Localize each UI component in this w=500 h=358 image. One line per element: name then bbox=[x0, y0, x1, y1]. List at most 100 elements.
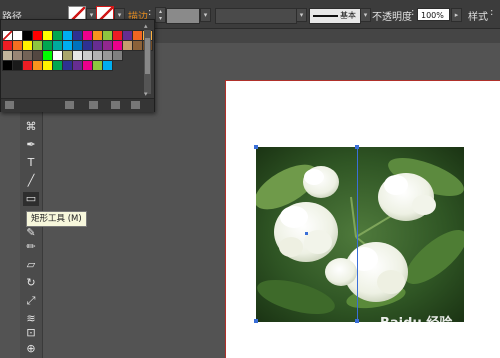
color-swatch[interactable] bbox=[12, 30, 23, 41]
color-swatch[interactable] bbox=[32, 40, 43, 51]
color-swatch[interactable] bbox=[82, 30, 93, 41]
color-swatch[interactable] bbox=[102, 60, 113, 71]
color-swatch[interactable] bbox=[2, 60, 13, 71]
popup-bottom-bar bbox=[1, 98, 154, 112]
popup-scroll-down-icon[interactable]: ▾ bbox=[144, 90, 148, 98]
color-swatch[interactable] bbox=[2, 40, 13, 51]
jasmine-flower-photo[interactable] bbox=[256, 147, 464, 322]
color-swatch[interactable] bbox=[32, 50, 43, 61]
selection-handle-tl[interactable] bbox=[254, 145, 258, 149]
color-swatch[interactable] bbox=[52, 60, 63, 71]
color-swatch[interactable] bbox=[92, 60, 103, 71]
selection-handle-bl[interactable] bbox=[254, 319, 258, 323]
color-swatch[interactable] bbox=[122, 40, 133, 51]
scale-tool-icon[interactable]: ⤢ bbox=[23, 294, 39, 308]
color-swatch[interactable] bbox=[22, 50, 33, 61]
stroke-weight-input[interactable] bbox=[166, 8, 200, 24]
delete-swatch-icon[interactable] bbox=[131, 101, 140, 109]
color-swatch[interactable] bbox=[132, 30, 143, 41]
selection-center-point bbox=[305, 232, 308, 235]
brush-style-field[interactable]: 基本 bbox=[309, 8, 361, 24]
color-swatch[interactable] bbox=[42, 50, 53, 61]
color-swatch[interactable] bbox=[12, 50, 23, 61]
color-swatch[interactable] bbox=[92, 40, 103, 51]
color-swatch[interactable] bbox=[92, 50, 103, 61]
color-swatch[interactable] bbox=[52, 40, 63, 51]
stroke-weight-stepper[interactable]: ▴ ▾ bbox=[155, 7, 166, 23]
color-swatch[interactable] bbox=[122, 30, 133, 41]
show-kinds-icon[interactable] bbox=[65, 101, 74, 109]
color-swatch[interactable] bbox=[72, 40, 83, 51]
rectangle-tool-icon[interactable]: ▭ bbox=[23, 192, 39, 206]
style-colon: : bbox=[490, 7, 494, 18]
variable-width-dropdown[interactable]: ▾ bbox=[296, 8, 307, 22]
selection-handle-tm[interactable] bbox=[355, 145, 359, 149]
selection-handle-bm[interactable] bbox=[355, 319, 359, 323]
popup-scroll-thumb[interactable] bbox=[145, 38, 150, 74]
color-swatch[interactable] bbox=[112, 30, 123, 41]
color-swatch[interactable] bbox=[132, 40, 143, 51]
color-swatch[interactable] bbox=[102, 30, 113, 41]
color-swatch[interactable] bbox=[62, 50, 73, 61]
color-swatch[interactable] bbox=[62, 30, 73, 41]
pen-tool-icon[interactable]: ✒ bbox=[23, 138, 39, 152]
new-color-group-icon[interactable] bbox=[89, 101, 98, 109]
color-swatch[interactable] bbox=[62, 60, 73, 71]
line-tool-icon[interactable]: ╱ bbox=[23, 174, 39, 188]
color-swatch[interactable] bbox=[22, 60, 33, 71]
popup-scroll-up-icon[interactable]: ▴ bbox=[144, 22, 148, 30]
color-swatch[interactable] bbox=[82, 60, 93, 71]
color-swatch[interactable] bbox=[22, 30, 33, 41]
rectangle-tool-tooltip: 矩形工具 (M) bbox=[26, 211, 87, 227]
color-swatch[interactable] bbox=[52, 30, 63, 41]
opacity-label[interactable]: 不透明度 bbox=[372, 8, 412, 23]
flower-image bbox=[256, 147, 464, 322]
color-swatch[interactable] bbox=[112, 40, 123, 51]
swatch-library-icon[interactable] bbox=[5, 101, 14, 109]
color-swatch[interactable] bbox=[62, 40, 73, 51]
color-swatch[interactable] bbox=[2, 50, 13, 61]
color-swatch[interactable] bbox=[12, 40, 23, 51]
color-swatch[interactable] bbox=[42, 30, 53, 41]
color-swatch[interactable] bbox=[72, 50, 83, 61]
color-swatch[interactable] bbox=[72, 30, 83, 41]
paintbrush-tool-icon[interactable]: ✎ bbox=[23, 226, 39, 240]
opacity-colon: : bbox=[411, 7, 415, 18]
color-swatch[interactable] bbox=[102, 40, 113, 51]
stroke-line-preview bbox=[313, 15, 338, 17]
rotate-tool-icon[interactable]: ↻ bbox=[23, 276, 39, 290]
color-swatch[interactable] bbox=[92, 30, 103, 41]
pencil-tool-icon[interactable]: ✏ bbox=[23, 240, 39, 254]
stroke-colon: : bbox=[148, 7, 152, 18]
color-swatch[interactable] bbox=[32, 30, 43, 41]
new-swatch-icon[interactable] bbox=[111, 101, 120, 109]
color-swatch[interactable] bbox=[2, 30, 13, 41]
brush-style-dropdown[interactable]: ▾ bbox=[360, 8, 371, 22]
color-swatch[interactable] bbox=[42, 60, 53, 71]
shape-builder-tool-icon[interactable]: ⊕ bbox=[23, 342, 39, 356]
warp-tool-icon[interactable]: ≋ bbox=[23, 312, 39, 326]
eraser-tool-icon[interactable]: ▱ bbox=[23, 258, 39, 272]
variable-width-field[interactable] bbox=[215, 8, 297, 24]
opacity-dropdown[interactable]: ▸ bbox=[451, 8, 462, 22]
style-label[interactable]: 样式 bbox=[468, 8, 488, 23]
type-tool-icon[interactable]: T bbox=[23, 156, 39, 170]
color-swatch[interactable] bbox=[22, 40, 33, 51]
selection-guide-line bbox=[357, 147, 358, 322]
watermark: Baidu 经验 bbox=[380, 316, 453, 331]
color-swatch[interactable] bbox=[72, 60, 83, 71]
color-swatch[interactable] bbox=[32, 60, 43, 71]
color-swatch[interactable] bbox=[102, 50, 113, 61]
color-swatch[interactable] bbox=[112, 50, 123, 61]
color-swatch[interactable] bbox=[82, 50, 93, 61]
opacity-input[interactable]: 100% bbox=[417, 8, 450, 21]
color-swatch[interactable] bbox=[12, 60, 23, 71]
swatches-popup[interactable]: ▴ ▾ bbox=[0, 19, 155, 112]
color-swatch[interactable] bbox=[52, 50, 63, 61]
color-swatch[interactable] bbox=[42, 40, 53, 51]
lasso-tool-icon[interactable]: ⌘ bbox=[23, 120, 39, 134]
free-transform-tool-icon[interactable]: ⊡ bbox=[23, 326, 39, 340]
color-swatch[interactable] bbox=[82, 40, 93, 51]
stroke-weight-dropdown[interactable]: ▾ bbox=[200, 8, 211, 22]
brush-style-label: 基本 bbox=[340, 11, 356, 20]
